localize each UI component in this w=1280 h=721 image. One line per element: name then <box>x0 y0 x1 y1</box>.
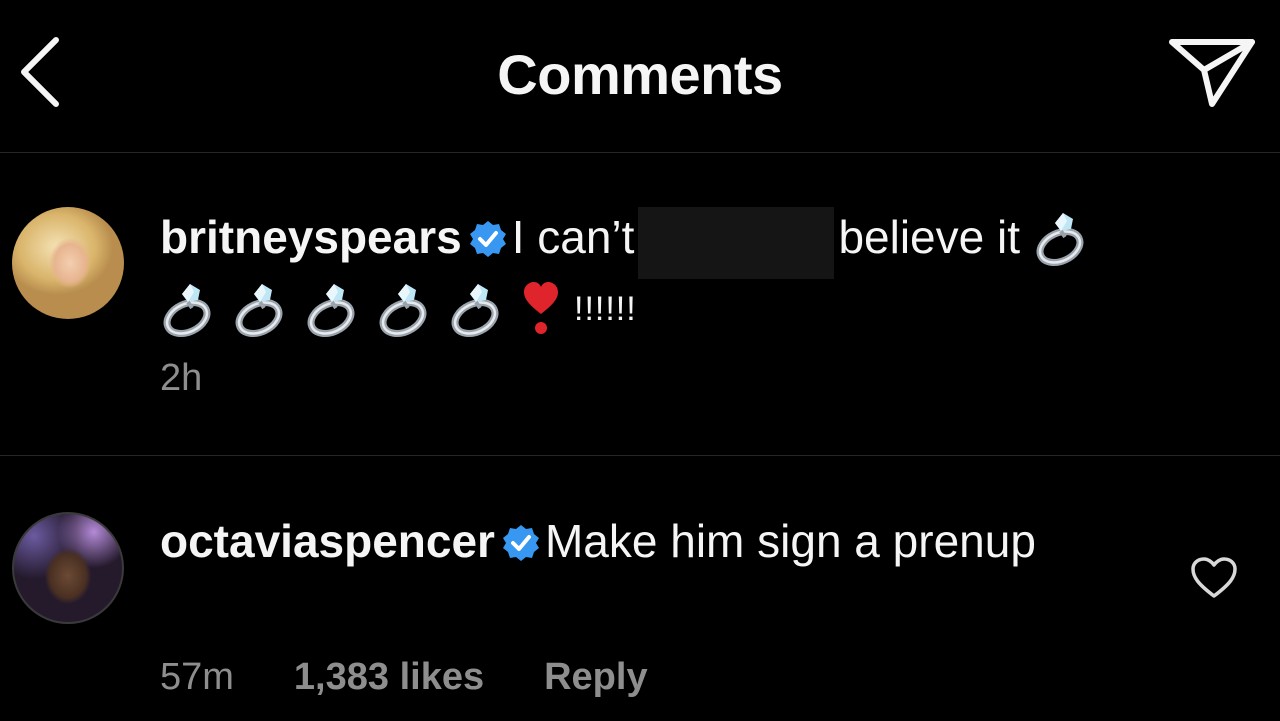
comment-text: octaviaspencer Make him sign a prenup <box>160 512 1200 570</box>
send-button[interactable] <box>1166 34 1258 114</box>
page-title: Comments <box>497 43 783 106</box>
username[interactable]: britneyspears <box>160 211 462 263</box>
comment-meta: 57m 1,383 likes Reply <box>160 656 708 699</box>
verified-badge-icon <box>502 525 539 561</box>
header: Comments <box>0 0 1280 153</box>
comment-item: britneyspears I can’t believe it !!!!!! 2… <box>0 153 1280 456</box>
comment-meta: 2h <box>160 357 262 400</box>
avatar[interactable] <box>12 207 124 319</box>
username[interactable]: octaviaspencer <box>160 515 495 567</box>
verified-badge-icon <box>469 221 506 257</box>
comment-body: Make him sign a prenup <box>544 515 1036 567</box>
heavy-heart-exclamation-icon <box>524 282 558 334</box>
comment-time: 2h <box>160 357 203 399</box>
avatar[interactable] <box>12 512 124 624</box>
redacted-box <box>638 207 835 279</box>
reply-button[interactable]: Reply <box>544 656 647 698</box>
ring-emoji-icon <box>160 280 220 338</box>
likes-count[interactable]: 1,383 likes <box>294 656 484 698</box>
ring-emoji-icon <box>1033 209 1093 267</box>
ring-emoji-icon <box>232 280 292 338</box>
ring-emoji-icon <box>304 280 364 338</box>
exclamations: !!!!!! <box>574 290 637 328</box>
ring-emoji-icon <box>448 280 508 338</box>
paper-plane-icon <box>1169 39 1255 107</box>
heart-outline-icon <box>1191 557 1237 598</box>
like-button[interactable] <box>1190 556 1238 600</box>
ring-emoji-icon <box>376 280 436 338</box>
comment-body-start: I can’t <box>511 211 635 263</box>
comment-text: britneyspears I can’t believe it !!!!!! <box>160 207 1200 338</box>
comment-item: octaviaspencer Make him sign a prenup 57… <box>0 456 1280 721</box>
comment-time: 57m <box>160 656 234 698</box>
comment-body-end: believe it <box>838 211 1020 263</box>
